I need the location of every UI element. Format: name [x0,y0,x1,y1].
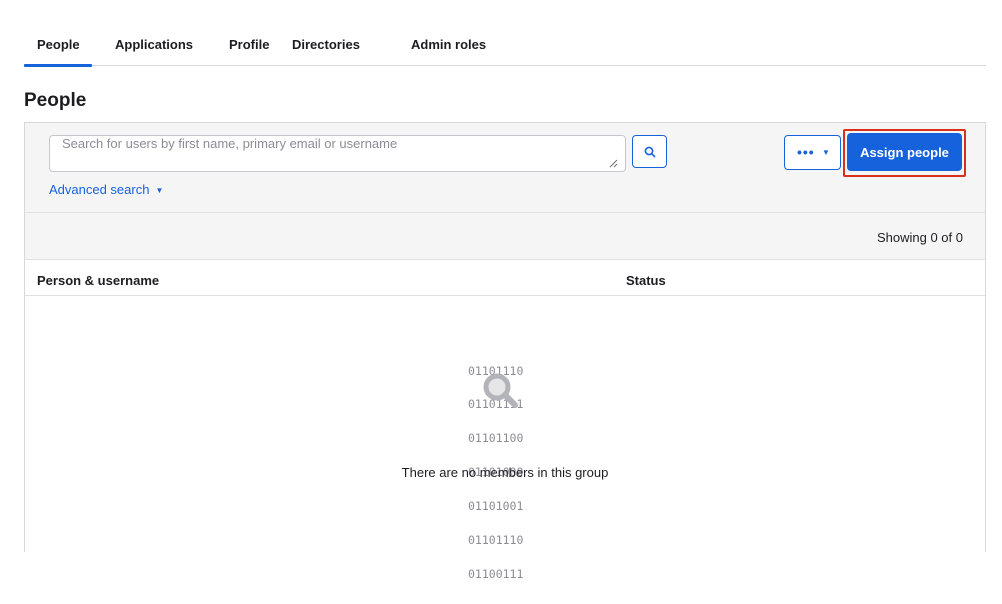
advanced-search-label: Advanced search [49,182,150,197]
magnifier-icon [483,373,518,408]
binary-line: 01100111 [468,566,524,581]
more-actions-button[interactable]: ••• ▼ [784,135,841,170]
caret-down-icon: ▼ [822,148,830,157]
tab-directories[interactable]: Directories [292,37,360,52]
tab-applications[interactable]: Applications [115,37,193,52]
column-header-person: Person & username [37,273,160,288]
search-button[interactable] [632,135,667,168]
binary-line: 01101110 [468,533,524,548]
tab-people[interactable]: People [37,37,80,52]
empty-state: 01101110 01101111 01101100 01101000 0110… [25,297,985,580]
assign-people-button[interactable]: Assign people [847,133,962,171]
caret-down-icon: ▼ [155,186,164,195]
search-input[interactable] [49,135,626,172]
people-panel: Advanced search ▼ ••• ▼ Assign people Sho… [24,122,986,580]
search-icon [644,146,656,158]
page-title: People [24,90,87,111]
table-header: Person & username Status [25,260,985,296]
tab-admin-roles[interactable]: Admin roles [411,37,486,52]
results-count: Showing 0 of 0 [876,230,963,245]
more-dots-icon: ••• [797,144,815,160]
active-tab-indicator [24,64,92,67]
binary-line: 01101100 [468,431,524,446]
tab-profile[interactable]: Profile [229,37,269,52]
binary-line: 01101001 [468,499,524,514]
toolbar: Advanced search ▼ ••• ▼ Assign people [25,123,985,213]
empty-message: There are no members in this group [401,465,609,480]
results-count-bar: Showing 0 of 0 [25,213,985,260]
tab-bar: People Applications Profile Directories … [24,0,986,67]
resize-grip-icon[interactable] [609,159,618,168]
column-header-status: Status [626,273,666,288]
advanced-search-link[interactable]: Advanced search ▼ [49,182,163,197]
